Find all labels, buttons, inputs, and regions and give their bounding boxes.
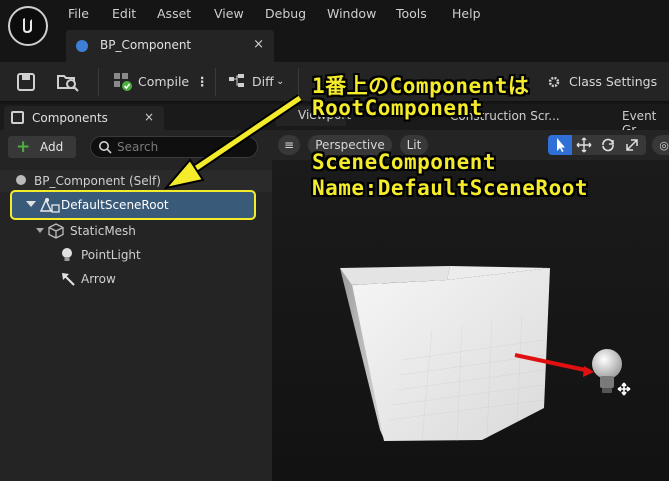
components-tab-label: Components <box>32 111 108 125</box>
menu-debug[interactable]: Debug <box>265 6 306 21</box>
components-icon <box>11 111 24 124</box>
tree-item-static-mesh[interactable]: StaticMesh <box>0 220 272 242</box>
unreal-logo-icon[interactable] <box>8 6 48 46</box>
close-icon[interactable]: × <box>253 37 264 52</box>
close-icon[interactable]: × <box>144 110 154 124</box>
world-local-toggle[interactable]: ◎ <box>652 135 669 155</box>
viewport-scene <box>272 160 669 481</box>
tree-item-arrow[interactable]: Arrow <box>0 268 272 290</box>
menu-tools[interactable]: Tools <box>396 6 427 21</box>
browse-button[interactable] <box>56 70 84 94</box>
annotation-line-3: SceneComponent <box>312 150 497 174</box>
tab-bp-component[interactable]: BP_Component × <box>66 30 274 62</box>
tree-item-label: PointLight <box>81 248 141 262</box>
search-icon <box>99 141 112 154</box>
tree-item-point-light[interactable]: PointLight <box>0 244 272 266</box>
viewport-menu-button[interactable]: ≡ <box>278 135 300 155</box>
tree-item-self[interactable]: BP_Component (Self) <box>0 170 272 192</box>
compile-button[interactable]: Compile <box>113 70 193 94</box>
expand-arrow-icon[interactable] <box>36 228 44 233</box>
hamburger-icon: ≡ <box>283 138 295 152</box>
chevron-down-icon: ⌄ <box>276 76 285 87</box>
diff-button[interactable]: Diff ⌄ <box>228 70 290 94</box>
folder-search-icon <box>57 75 79 92</box>
components-panel: Components × + Add BP_Component (Self) D… <box>0 104 272 481</box>
blueprint-icon <box>76 40 88 52</box>
lightbulb-icon <box>62 248 72 261</box>
tree-item-label: DefaultSceneRoot <box>61 198 169 212</box>
menu-file[interactable]: File <box>68 6 89 21</box>
tab-components[interactable]: Components × <box>4 106 164 130</box>
toolbar-divider <box>215 68 216 96</box>
scene-component-icon <box>40 198 60 213</box>
transform-tools <box>548 135 646 155</box>
select-tool[interactable] <box>548 135 572 155</box>
rotate-tool[interactable] <box>596 135 620 155</box>
move-tool[interactable] <box>572 135 596 155</box>
menu-window[interactable]: Window <box>327 6 376 21</box>
scale-tool[interactable] <box>620 135 644 155</box>
tree-item-label: StaticMesh <box>70 224 136 238</box>
compile-label: Compile <box>138 74 190 89</box>
annotation-line-2: RootComponent <box>312 96 483 120</box>
actor-icon <box>16 175 26 185</box>
gear-icon <box>548 76 560 88</box>
scale-icon <box>626 139 638 151</box>
document-tab-strip: BP_Component × <box>60 28 669 62</box>
move-icon <box>576 137 592 153</box>
class-settings-button[interactable]: Class Settings <box>545 70 665 94</box>
cursor-icon <box>557 138 565 152</box>
tab-label: BP_Component <box>100 38 192 52</box>
rotate-icon <box>602 138 614 152</box>
arrow-component-icon <box>62 273 75 286</box>
globe-icon: ◎ <box>659 139 669 152</box>
add-component-button[interactable]: + Add <box>8 136 76 158</box>
diff-label: Diff <box>252 74 274 89</box>
search-input[interactable] <box>117 139 253 155</box>
compile-options-button[interactable]: ⋮ <box>196 70 209 94</box>
save-icon <box>17 73 35 91</box>
menu-edit[interactable]: Edit <box>112 6 136 21</box>
static-mesh-icon <box>48 223 64 239</box>
viewport-canvas[interactable] <box>272 160 669 481</box>
tree-item-default-scene-root[interactable]: DefaultSceneRoot <box>10 190 256 220</box>
tree-item-label: Arrow <box>81 272 116 286</box>
plus-icon: + <box>16 137 31 157</box>
expand-arrow-icon[interactable] <box>26 201 36 207</box>
menu-view[interactable]: View <box>214 6 244 21</box>
save-button[interactable] <box>16 70 40 94</box>
tree-item-label: BP_Component (Self) <box>34 174 161 188</box>
toolbar-divider <box>98 68 99 96</box>
add-label: Add <box>40 140 64 154</box>
annotation-line-4: Name:DefaultSceneRoot <box>312 176 589 200</box>
menu-bar: File Edit Asset View Debug Window Tools … <box>0 0 669 46</box>
class-settings-label: Class Settings <box>569 74 658 89</box>
menu-asset[interactable]: Asset <box>157 6 191 21</box>
compile-status-icon <box>114 73 132 91</box>
diff-icon <box>229 74 244 87</box>
menu-help[interactable]: Help <box>452 6 481 21</box>
component-search <box>90 136 258 158</box>
toolbar-divider <box>298 68 299 96</box>
